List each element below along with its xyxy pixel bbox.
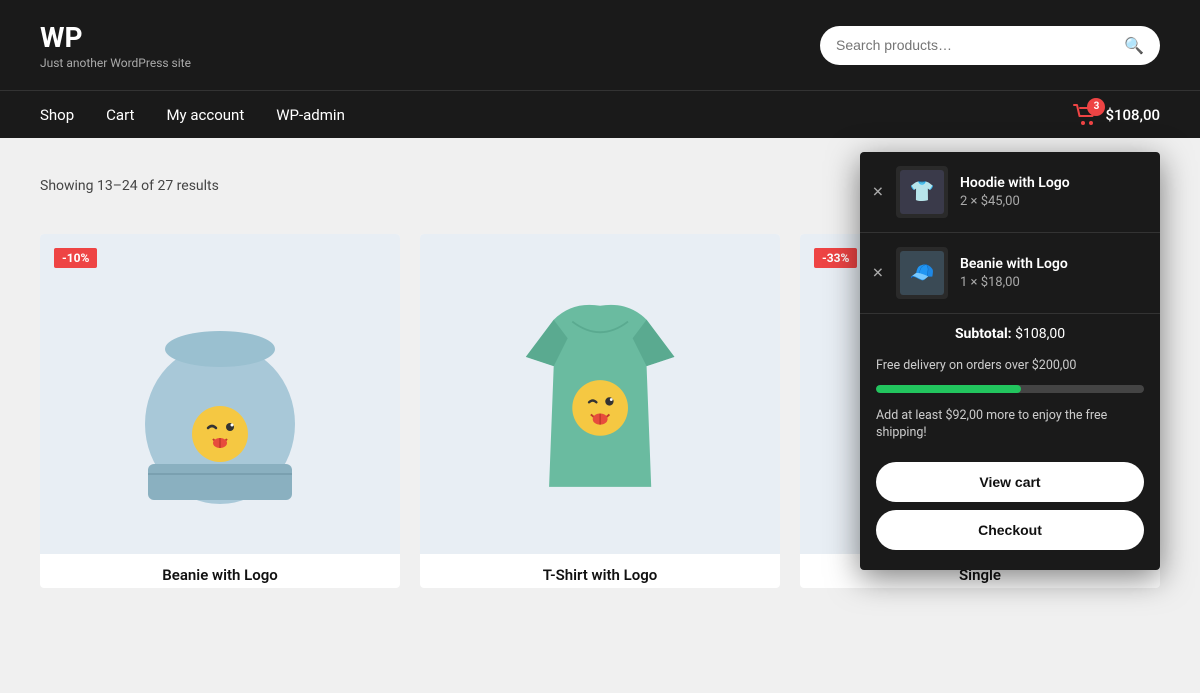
nav-cart[interactable]: Cart [106, 106, 134, 124]
checkout-button[interactable]: Checkout [876, 510, 1144, 550]
beanie-icon: 🧢 [900, 251, 944, 295]
delivery-progress-fill [876, 385, 1021, 393]
remove-item-2-button[interactable]: ✕ [872, 264, 884, 281]
product-1-image-wrap: -10% [40, 234, 400, 554]
cart-shipping-message: Add at least $92,00 more to enjoy the fr… [860, 401, 1160, 454]
product-2-image-wrap [420, 234, 780, 554]
cart-item-2-info: Beanie with Logo 1 × $18,00 [960, 256, 1144, 290]
site-title: WP [40, 21, 191, 54]
cart-item-2-qty: 1 × $18,00 [960, 275, 1144, 290]
results-info: Showing 13–24 of 27 results [40, 178, 219, 194]
cart-item-2-name: Beanie with Logo [960, 256, 1144, 272]
cart-total: $108,00 [1105, 106, 1160, 124]
cart-item: ✕ 👕 Hoodie with Logo 2 × $45,00 [860, 152, 1160, 233]
cart-dropdown: ✕ 👕 Hoodie with Logo 2 × $45,00 ✕ [860, 152, 1160, 570]
tshirt-product-image [498, 264, 702, 524]
cart-item-1-qty: 2 × $45,00 [960, 194, 1144, 209]
cart-item-1-name: Hoodie with Logo [960, 175, 1144, 191]
navigation: Shop Cart My account WP-admin 3 $108,00 … [0, 90, 1200, 138]
search-icon[interactable]: 🔍 [1124, 36, 1144, 55]
cart-badge: 3 [1087, 98, 1105, 116]
beanie-product-image [110, 264, 330, 524]
cart-area[interactable]: 3 $108,00 ✕ 👕 Hoodie with Logo 2 × $45,0… [1073, 104, 1160, 126]
product-1-title: Beanie with Logo [40, 554, 400, 588]
search-bar[interactable]: 🔍 [820, 26, 1160, 65]
product-card[interactable]: -10% [40, 234, 400, 588]
product-3-badge: -33% [814, 248, 857, 268]
cart-subtotal: Subtotal: $108,00 [860, 314, 1160, 350]
header: WP Just another WordPress site 🔍 [0, 0, 1200, 90]
cart-item: ✕ 🧢 Beanie with Logo 1 × $18,00 [860, 233, 1160, 314]
hoodie-icon: 👕 [900, 170, 944, 214]
search-input[interactable] [836, 37, 1124, 53]
product-2-title: T-Shirt with Logo [420, 554, 780, 588]
remove-item-1-button[interactable]: ✕ [872, 183, 884, 200]
svg-text:👕: 👕 [910, 179, 935, 203]
delivery-progress-bar [876, 385, 1144, 393]
cart-icon-wrap: 3 [1073, 104, 1099, 126]
nav-shop[interactable]: Shop [40, 106, 74, 124]
nav-wp-admin[interactable]: WP-admin [276, 106, 345, 124]
subtotal-label: Subtotal: [955, 326, 1012, 342]
cart-item-2-image: 🧢 [896, 247, 948, 299]
logo-area: WP Just another WordPress site [40, 21, 191, 70]
cart-item-1-image: 👕 [896, 166, 948, 218]
svg-text:🧢: 🧢 [910, 260, 935, 284]
cart-delivery-message: Free delivery on orders over $200,00 [860, 350, 1160, 377]
cart-item-1-info: Hoodie with Logo 2 × $45,00 [960, 175, 1144, 209]
view-cart-button[interactable]: View cart [876, 462, 1144, 502]
site-subtitle: Just another WordPress site [40, 56, 191, 70]
product-1-badge: -10% [54, 248, 97, 268]
subtotal-value: $108,00 [1015, 326, 1065, 342]
nav-my-account[interactable]: My account [166, 106, 244, 124]
product-card[interactable]: T-Shirt with Logo [420, 234, 780, 588]
